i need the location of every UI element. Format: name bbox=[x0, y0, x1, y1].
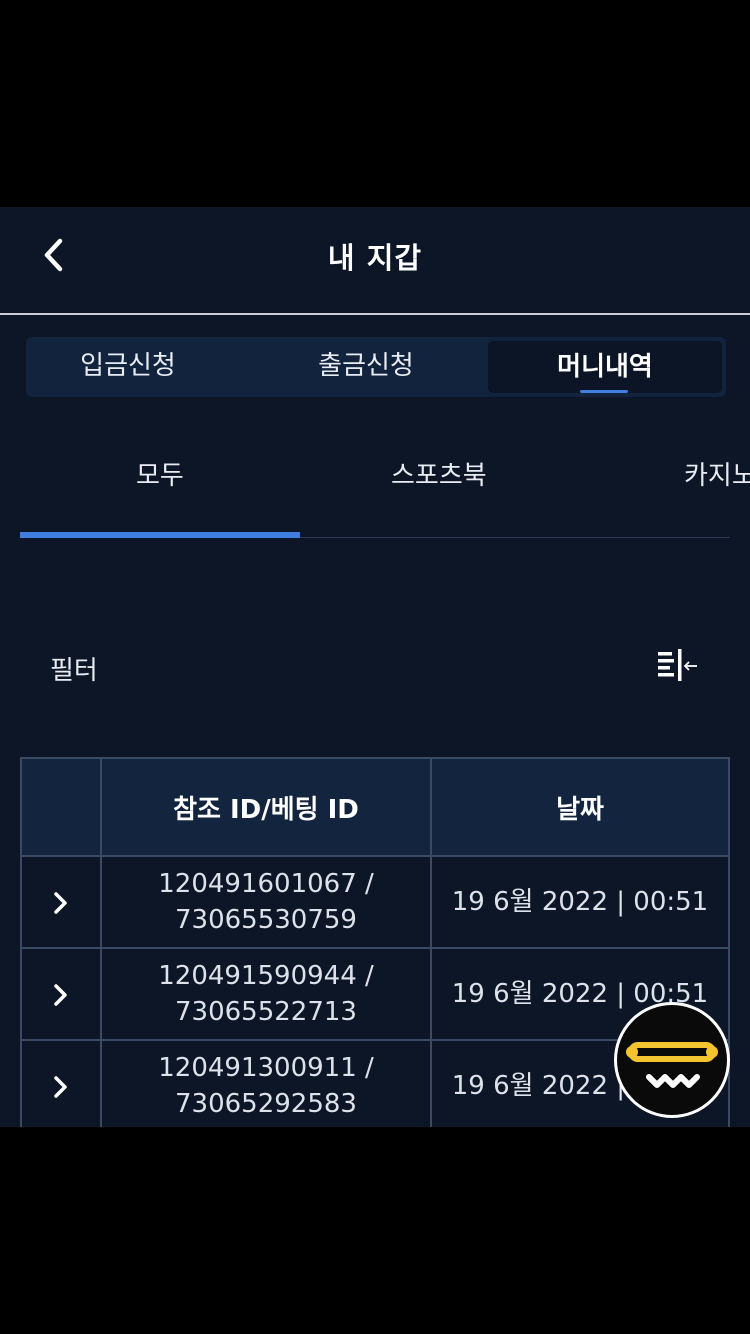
chat-support-icon bbox=[626, 1042, 718, 1088]
ref-id: 120491601067 / bbox=[158, 869, 374, 899]
chat-support-button[interactable] bbox=[614, 1002, 730, 1118]
bet-id: 73065292583 bbox=[175, 1089, 357, 1119]
active-tab-indicator bbox=[20, 532, 300, 538]
header-bar: 내 지갑 bbox=[0, 207, 750, 315]
date-cell: 19 6월 2022 | 00:51 bbox=[430, 855, 730, 949]
active-segment-indicator bbox=[580, 390, 628, 393]
expand-row-button[interactable] bbox=[20, 1039, 102, 1127]
ref-bet-id-cell: 120491601067 / 73065530759 bbox=[100, 855, 432, 949]
chevron-right-icon bbox=[54, 891, 67, 914]
table-row: 120491601067 / 73065530759 19 6월 2022 | … bbox=[20, 855, 730, 949]
expand-row-button[interactable] bbox=[20, 947, 102, 1041]
ref-bet-id-cell: 120491590944 / 73065522713 bbox=[100, 947, 432, 1041]
tab-sportsbook[interactable]: 스포츠북 bbox=[391, 455, 487, 492]
filter-collapse-icon bbox=[658, 649, 697, 681]
ref-id: 120491300911 / bbox=[158, 1053, 374, 1083]
header-date: 날짜 bbox=[430, 757, 730, 857]
table-header-row: 참조 ID/베팅 ID 날짜 bbox=[20, 757, 730, 857]
segment-withdraw[interactable]: 출금신청 bbox=[264, 337, 468, 397]
tab-casino[interactable]: 카지노 bbox=[684, 455, 750, 492]
chevron-right-icon bbox=[54, 1075, 67, 1098]
page-title: 내 지갑 bbox=[327, 241, 423, 275]
header-ref-id: 참조 ID/베팅 ID bbox=[100, 757, 432, 857]
wallet-segmented-control: 입금신청 출금신청 머니내역 bbox=[26, 337, 726, 397]
segment-deposit[interactable]: 입금신청 bbox=[26, 337, 230, 397]
tab-all[interactable]: 모두 bbox=[136, 455, 184, 492]
segment-money-history[interactable]: 머니내역 bbox=[488, 341, 722, 393]
header-expand bbox=[20, 757, 102, 857]
segment-money-history-label: 머니내역 bbox=[557, 352, 653, 382]
history-subtabs: 모두 스포츠북 카지노 bbox=[20, 435, 750, 538]
bet-id: 73065530759 bbox=[175, 905, 357, 935]
chevron-right-icon bbox=[54, 983, 67, 1006]
bet-id: 73065522713 bbox=[175, 997, 357, 1027]
wallet-screen: 내 지갑 입금신청 출금신청 머니내역 모두 스포츠북 카지노 필터 참조 ID… bbox=[0, 207, 750, 1127]
ref-bet-id-cell: 120491300911 / 73065292583 bbox=[100, 1039, 432, 1127]
expand-row-button[interactable] bbox=[20, 855, 102, 949]
filter-button[interactable] bbox=[654, 647, 700, 685]
ref-id: 120491590944 / bbox=[158, 961, 374, 991]
filter-label: 필터 bbox=[50, 656, 98, 686]
